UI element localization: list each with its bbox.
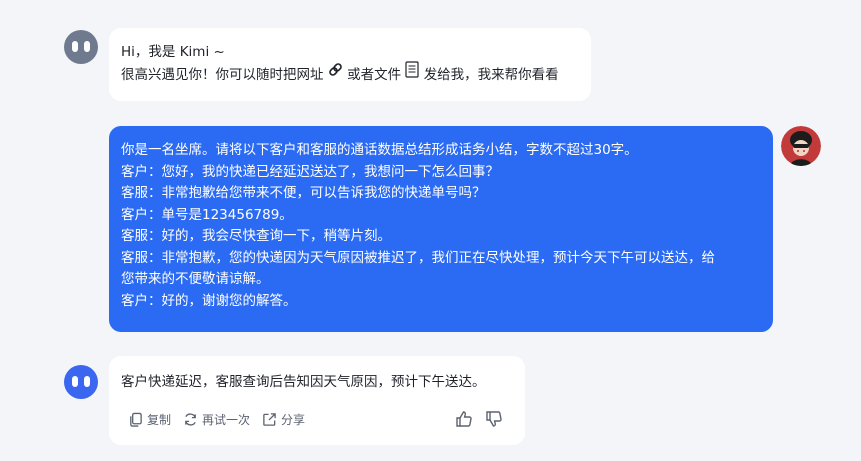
avatar-eye: [84, 40, 90, 52]
user-avatar[interactable]: [781, 126, 821, 166]
share-label: 分享: [281, 413, 306, 427]
reply-text: 客户快递延迟，客服查询后告知因天气原因，预计下午送达。: [121, 374, 486, 390]
avatar-eye: [72, 375, 78, 387]
kimi-avatar-icon: [64, 365, 98, 399]
share-button[interactable]: 分享: [262, 411, 305, 428]
copy-label: 复制: [147, 413, 172, 427]
user-message-line: 客户：您好，我的快递已经延迟送达了，我想问一下怎么回事？: [121, 163, 499, 180]
greeting-text-a: 很高兴遇见你！你可以随时把网址: [121, 67, 324, 83]
greeting-line-2: 很高兴遇见你！你可以随时把网址 或者文件 发给我，我来帮你看看: [121, 61, 579, 87]
feedback-group: [443, 410, 503, 428]
user-message-line: 客户：单号是123456789。: [121, 206, 293, 223]
user-message-line: 客服：好的，我会尽快查询一下，稍等片刻。: [121, 228, 391, 244]
user-message-line: 客户：好的，谢谢您的解答。: [121, 292, 297, 309]
copy-button[interactable]: 复制: [128, 411, 171, 428]
greeting-bubble: Hi，我是 Kimi ~ 很高兴遇见你！你可以随时把网址 或者文件 发给我，我来…: [109, 28, 591, 101]
chat-area: Hi，我是 Kimi ~ 很高兴遇见你！你可以随时把网址 或者文件 发给我，我来…: [0, 0, 861, 461]
avatar-eye: [72, 40, 78, 52]
thumbs-up-icon[interactable]: [455, 410, 473, 428]
user-message-line: 你是一名坐席。请将以下客户和客服的通话数据总结形成话务小结，字数不超过30字。: [121, 142, 638, 158]
reply-actions: 复制 再试一次 分享: [128, 411, 317, 428]
reply-bubble: 客户快递延迟，客服查询后告知因天气原因，预计下午送达。: [109, 356, 525, 445]
greeting-text-b: 或者文件: [347, 67, 402, 83]
user-message-line: 客服：非常抱歉给您带来不便，可以告诉我您的快递单号吗？: [121, 185, 486, 201]
thumbs-down-icon[interactable]: [485, 410, 503, 428]
copy-icon: [130, 412, 142, 427]
user-message-line: 客服：非常抱歉，您的快递因为天气原因被推迟了，我们正在尽快处理，预计今天下午可以…: [121, 249, 715, 266]
refresh-icon: [185, 413, 196, 426]
avatar-eye: [84, 375, 90, 387]
kimi-avatar-icon: [64, 30, 98, 64]
user-message-line: 您带来的不便敬请谅解。: [121, 271, 270, 287]
greeting-line-1: Hi，我是 Kimi ~: [121, 44, 225, 60]
retry-button[interactable]: 再试一次: [183, 411, 250, 428]
share-icon: [263, 413, 276, 426]
document-icon: [405, 61, 419, 85]
link-icon: [328, 62, 343, 84]
retry-label: 再试一次: [202, 413, 251, 427]
greeting-text-c: 发给我，我来帮你看看: [423, 67, 559, 83]
user-message-bubble: 你是一名坐席。请将以下客户和客服的通话数据总结形成话务小结，字数不超过30字。 …: [109, 126, 773, 332]
